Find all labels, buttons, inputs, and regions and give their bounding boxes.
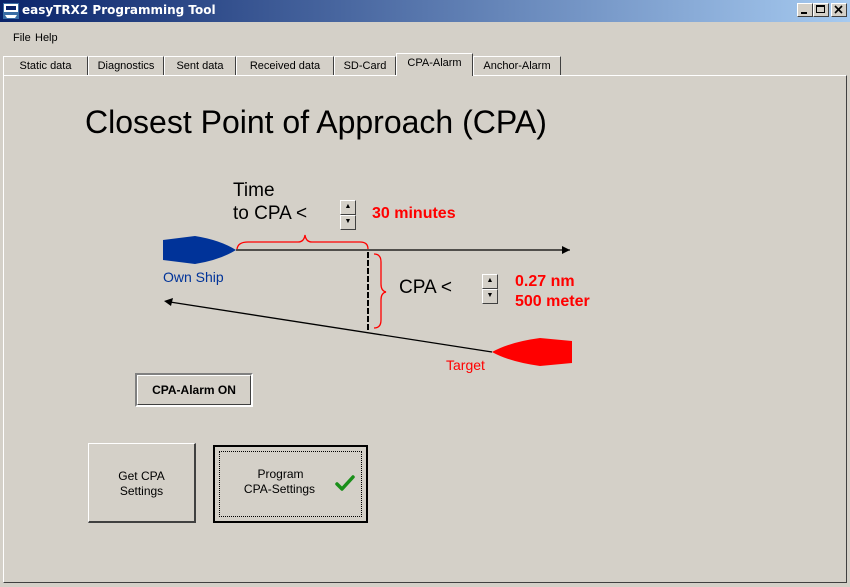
arrow-down-icon: ▼ — [344, 218, 352, 225]
cpa-brace — [373, 253, 387, 329]
program-cpa-settings-button[interactable]: Program CPA-Settings — [213, 445, 368, 523]
time-label-2: to CPA < — [233, 203, 308, 224]
time-brace — [236, 234, 369, 250]
tab-cpa-alarm[interactable]: CPA-Alarm — [396, 53, 473, 76]
target-arrow-head — [164, 298, 173, 306]
time-spin-down-button[interactable]: ▼ — [340, 215, 356, 230]
get-cpa-settings-button[interactable]: Get CPA Settings — [88, 443, 196, 523]
time-spinner[interactable]: ▲ ▼ — [340, 200, 356, 230]
own-ship-shape — [163, 236, 236, 264]
app-window: easyTRX2 Programming Tool File Help Stat… — [0, 0, 850, 587]
time-spin-up-button[interactable]: ▲ — [340, 200, 356, 215]
arrow-up-icon: ▲ — [344, 203, 352, 210]
cpa-spin-up-button[interactable]: ▲ — [482, 274, 498, 289]
own-ship-arrow-head — [562, 246, 570, 254]
arrow-down-icon: ▼ — [486, 292, 494, 299]
checkmark-icon — [335, 475, 355, 491]
time-label-1: Time — [233, 180, 275, 201]
cpa-value-nm: 0.27 nm — [515, 273, 575, 290]
target-course-line — [169, 301, 493, 353]
program-button-line1: Program — [257, 467, 304, 481]
target-shape — [492, 338, 572, 366]
cpa-alarm-toggle[interactable]: CPA-Alarm ON — [135, 373, 253, 407]
time-value: 30 minutes — [372, 205, 456, 222]
program-button-line2: CPA-Settings — [243, 482, 316, 496]
arrow-up-icon: ▲ — [486, 277, 494, 284]
cpa-label: CPA < — [399, 277, 452, 298]
cpa-value-meter: 500 meter — [515, 293, 590, 310]
get-button-line2: Settings — [119, 484, 164, 498]
get-button-line1: Get CPA — [118, 469, 165, 483]
cpa-spinner[interactable]: ▲ ▼ — [482, 274, 498, 304]
target-label: Target — [446, 357, 485, 373]
own-ship-label: Own Ship — [163, 269, 224, 285]
cpa-spin-down-button[interactable]: ▼ — [482, 289, 498, 304]
cpa-alarm-toggle-label: CPA-Alarm ON — [137, 375, 251, 405]
